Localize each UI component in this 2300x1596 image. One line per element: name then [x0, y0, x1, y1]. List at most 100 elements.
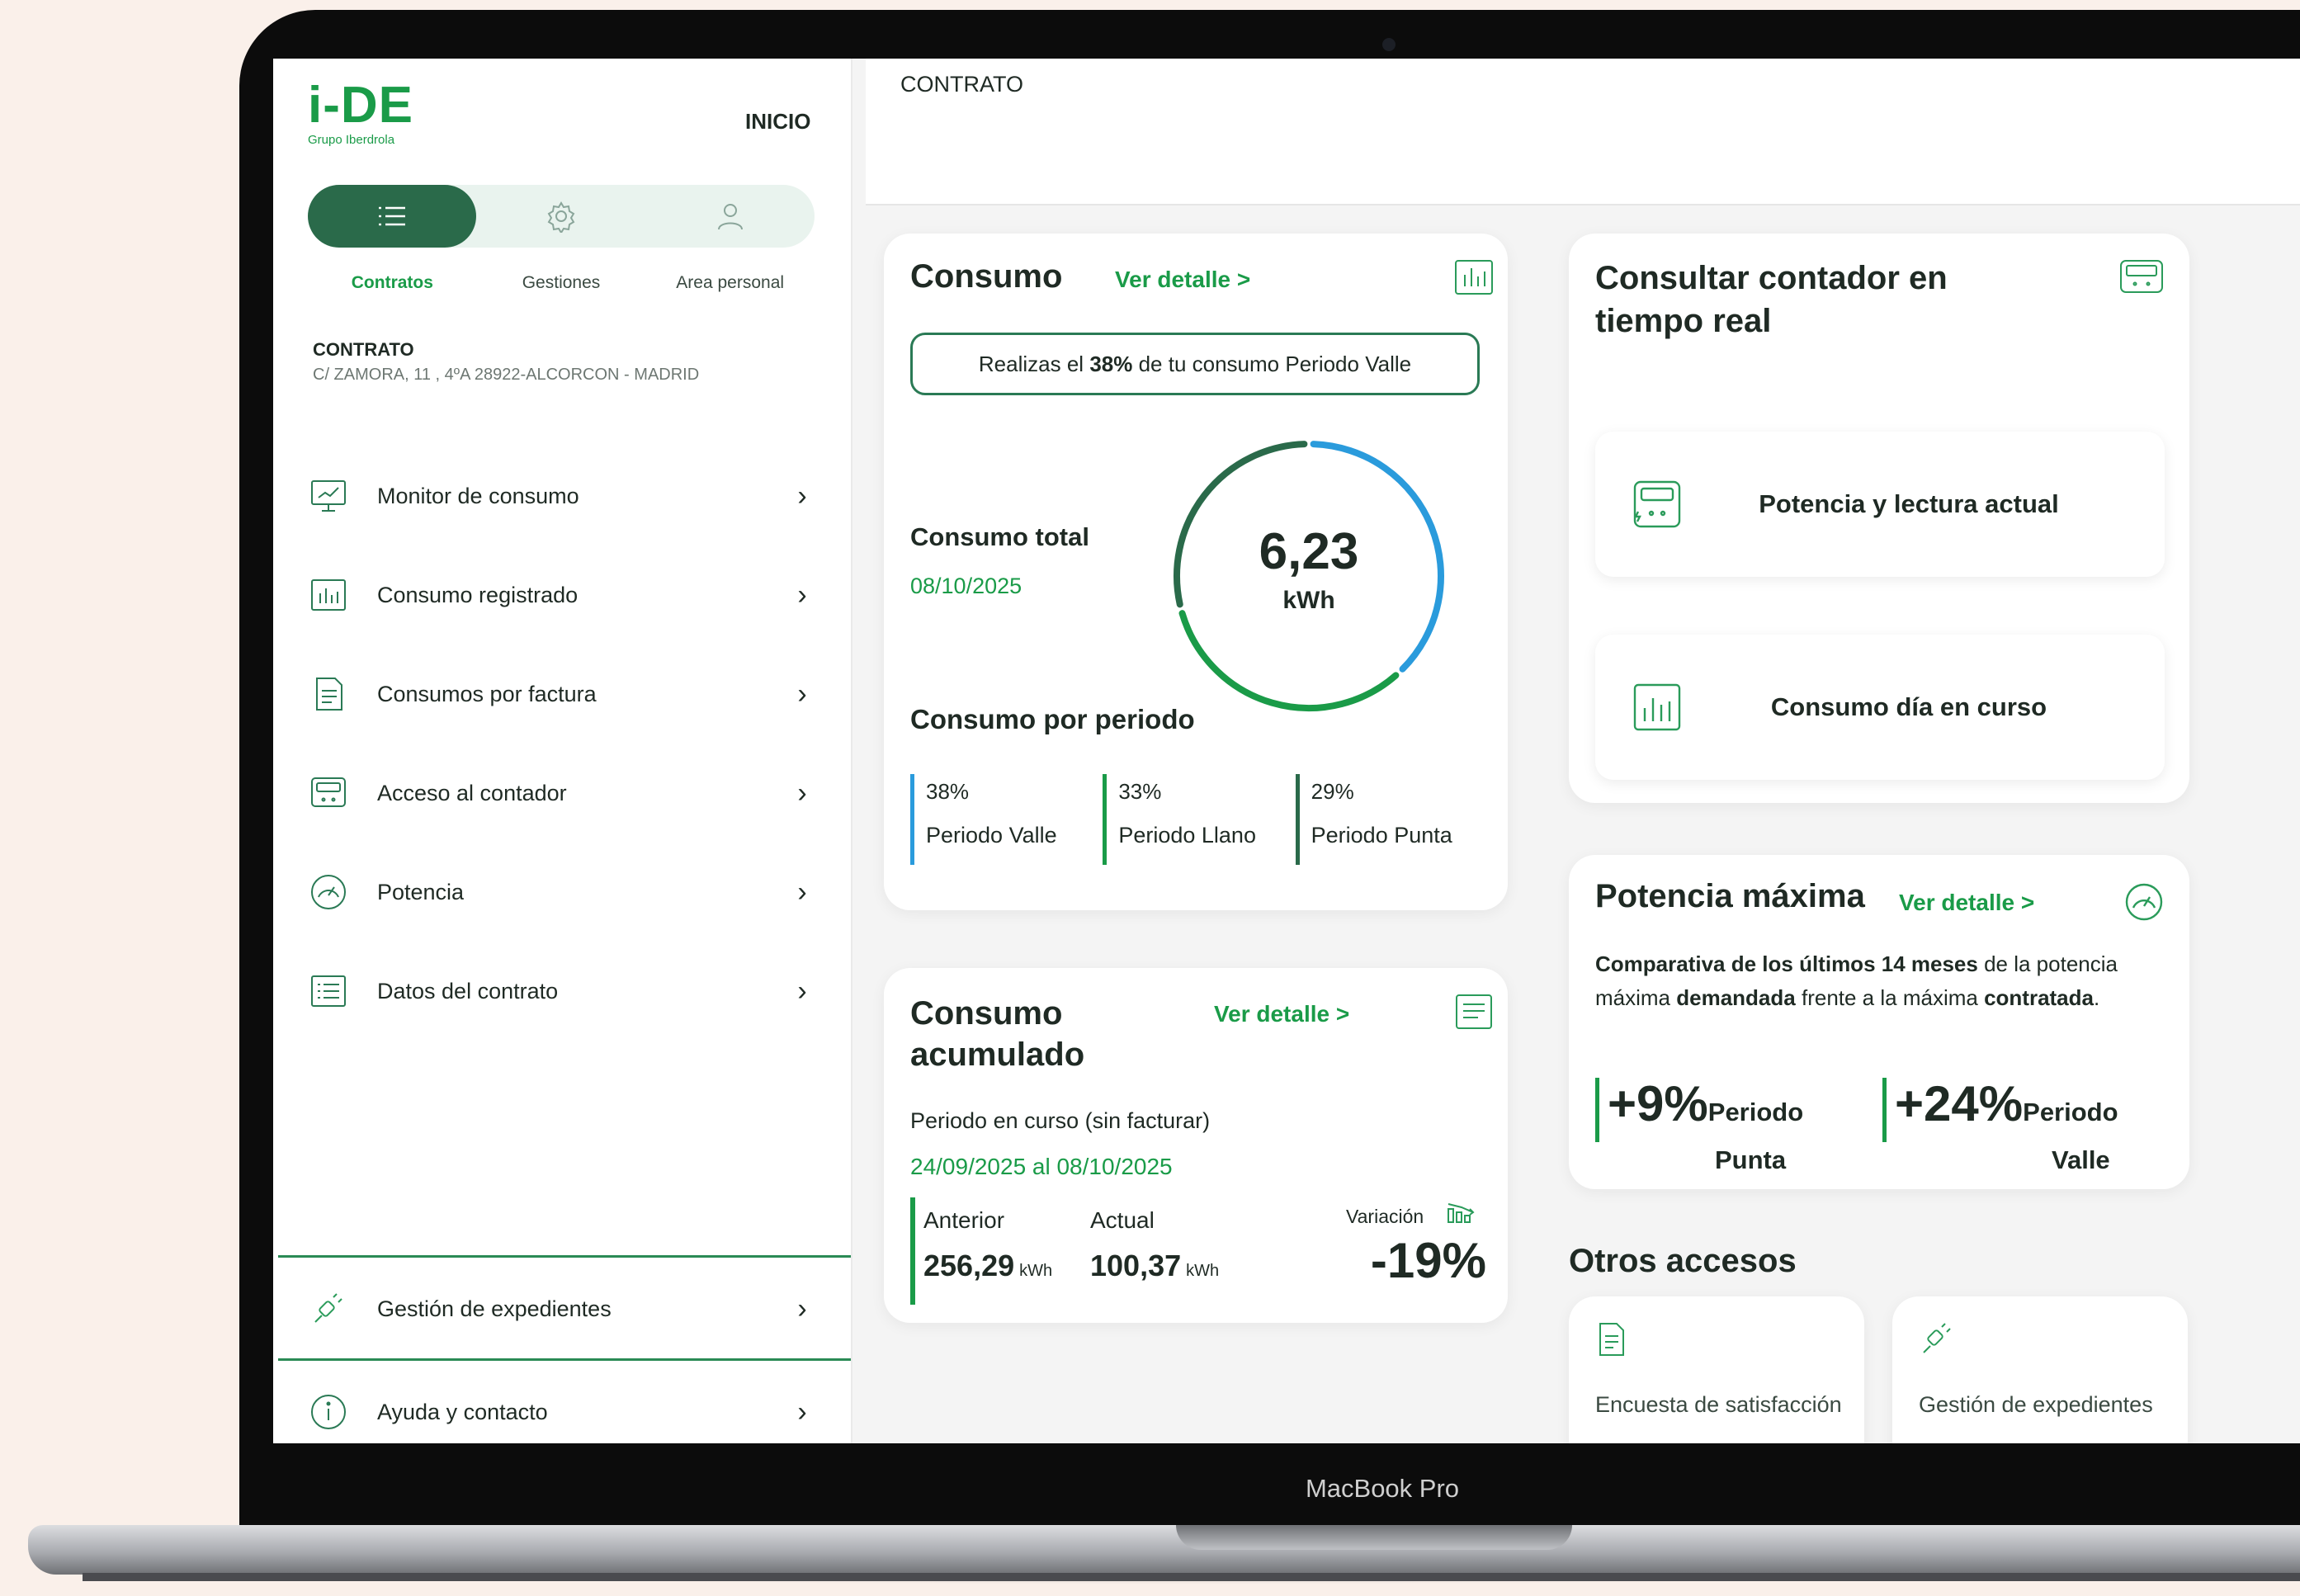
sidebar-item-monitor[interactable]: Monitor de consumo › [308, 446, 815, 545]
breadcrumb: CONTRATO [900, 72, 1024, 97]
logo-subtitle: Grupo Iberdrola [308, 133, 395, 147]
anterior-value: 256,29 kWh [923, 1249, 1052, 1283]
gauge-icon [308, 871, 349, 913]
period-breakdown: 38% Periodo Valle 33% Periodo Llano 29% … [910, 774, 1488, 865]
top-header: CONTRATO [866, 59, 2300, 205]
encuesta-satisfaccion-card[interactable]: Encuesta de satisfacción [1569, 1296, 1864, 1443]
logo[interactable]: i-DE Grupo Iberdrola [308, 77, 432, 148]
chevron-right-icon: › [797, 1395, 807, 1428]
sidebar-item-label: Datos del contrato [377, 978, 559, 1003]
chevron-right-icon: › [797, 876, 807, 908]
app-screen: i-DE Grupo Iberdrola INICIO Contratos Ge… [273, 59, 2300, 1443]
period-llano: 33% Periodo Llano [1103, 774, 1295, 865]
sidebar: i-DE Grupo Iberdrola INICIO Contratos Ge… [273, 59, 851, 1443]
chevron-right-icon: › [797, 1292, 807, 1324]
otros-item-label: Encuesta de satisfacción [1595, 1392, 1842, 1417]
inicio-link[interactable]: INICIO [745, 109, 810, 135]
consumo-dia-en-curso-button[interactable]: Consumo día en curso [1595, 635, 2165, 780]
info-icon [308, 1391, 349, 1433]
desc-bold: Comparativa de los últimos 14 meses [1595, 951, 1978, 976]
sidebar-item-datos-contrato[interactable]: Datos del contrato › [308, 942, 815, 1041]
sidebar-item-consumos-factura[interactable]: Consumos por factura › [308, 645, 815, 744]
acumulado-dates: 24/09/2025 al 08/10/2025 [910, 1154, 1173, 1179]
tab-area-personal[interactable] [646, 185, 815, 248]
period-punta: 29% Periodo Punta [1295, 774, 1488, 865]
laptop-base [28, 1525, 2300, 1575]
realtime-title: Consultar contador en tiempo real [1595, 260, 1948, 339]
logo-text: i-DE [308, 77, 413, 134]
bar-chart-icon [308, 574, 349, 616]
acumulado-ver-detalle-link[interactable]: Ver detalle > [1214, 1001, 1349, 1027]
potencia-ver-detalle-link[interactable]: Ver detalle > [1899, 890, 2034, 916]
donut-segment-1 [1178, 610, 1400, 711]
meter-icon[interactable] [2118, 258, 2165, 296]
potencia-maxima-card: Potencia máxima Ver detalle > Comparativ… [1569, 855, 2189, 1189]
acumulado-periodo: Periodo en curso (sin facturar) [910, 1108, 1211, 1133]
sidebar-item-label: Potencia [377, 879, 465, 904]
sidebar-item-label: Ayuda y contacto [377, 1399, 548, 1424]
otros-item-label: Gestión de expedientes [1919, 1392, 2153, 1417]
potencia-stat-punta: +9%Periodo Punta [1595, 1076, 1804, 1174]
sidebar-item-label: Monitor de consumo [377, 483, 579, 508]
consumo-periodo-title: Consumo por periodo [910, 704, 1195, 734]
sidebar-item-gestion-expedientes[interactable]: Gestión de expedientes › [308, 1259, 815, 1358]
stat-label-2: Punta [1715, 1145, 1787, 1174]
consumo-total-value: 6,23 [1259, 523, 1359, 580]
period-pct: 29% [1311, 779, 1354, 804]
sidebar-item-consumo-registrado[interactable]: Consumo registrado › [308, 545, 815, 645]
stat-label: Periodo [1707, 1098, 1804, 1126]
acumulado-accent-bar [910, 1197, 915, 1305]
tab-contratos[interactable] [308, 185, 476, 248]
actual-number: 100,37 [1090, 1249, 1182, 1282]
invoice-icon[interactable] [1453, 993, 1495, 1034]
sidebar-item-potencia[interactable]: Potencia › [308, 843, 815, 942]
desc-text: . [2093, 985, 2100, 1010]
sidebar-item-label: Consumo registrado [377, 582, 579, 607]
pill-text-pre: Realizas el [978, 351, 1090, 376]
realtime-item-label: Consumo día en curso [1770, 692, 2047, 721]
potencia-title: Potencia máxima [1595, 878, 1865, 914]
period-pct: 38% [926, 779, 970, 804]
gear-icon [547, 201, 575, 233]
gauge-icon[interactable] [2123, 881, 2165, 923]
unit: kWh [1186, 1262, 1220, 1280]
sidebar-item-label: Consumos por factura [377, 681, 597, 706]
contract-address: C/ ZAMORA, 11 , 4ºA 28922-ALCORCON - MAD… [313, 366, 700, 384]
sidebar-item-acceso-contador[interactable]: Acceso al contador › [308, 744, 815, 843]
potencia-lectura-actual-button[interactable]: Potencia y lectura actual [1595, 432, 2165, 577]
unit: kWh [1019, 1262, 1053, 1280]
laptop-base-edge [83, 1573, 2300, 1581]
sidebar-menu: Monitor de consumo › Consumo registrado … [308, 446, 815, 1041]
tab-label-gestiones[interactable]: Gestiones [477, 273, 646, 293]
potencia-stat-valle: +24%Periodo Valle [1882, 1078, 2118, 1174]
pill-pct: 38% [1089, 351, 1133, 376]
tab-label-contratos[interactable]: Contratos [308, 273, 477, 293]
period-name: Periodo Llano [1118, 823, 1256, 848]
tab-gestiones[interactable] [477, 185, 645, 248]
bar-chart-icon[interactable] [1453, 258, 1495, 300]
chevron-right-icon: › [797, 975, 807, 1007]
tab-label-area-personal[interactable]: Area personal [645, 273, 815, 293]
period-pct: 33% [1118, 779, 1162, 804]
otros-accesos-title: Otros accesos [1569, 1243, 1797, 1279]
survey-icon [1595, 1321, 1628, 1358]
sidebar-item-ayuda-contacto[interactable]: Ayuda y contacto › [308, 1362, 815, 1443]
tab-labels: Contratos Gestiones Area personal [308, 273, 815, 293]
divider [278, 1255, 851, 1258]
gestion-expedientes-card[interactable]: Gestión de expedientes [1892, 1296, 2188, 1443]
trend-down-icon [1445, 1201, 1478, 1225]
invoice-icon [308, 673, 349, 715]
desc-text: frente a la máxima [1795, 985, 1985, 1010]
meter-icon [1628, 475, 1686, 533]
pill-text-post: de tu consumo Periodo Valle [1132, 351, 1412, 376]
acumulado-title: Consumo acumulado [910, 995, 1085, 1073]
anterior-label: Anterior [923, 1207, 1005, 1233]
sidebar-bottom-gestion: Gestión de expedientes › [308, 1259, 815, 1358]
meter-icon [308, 772, 349, 814]
stat-value: +9% [1608, 1076, 1708, 1131]
consumo-ver-detalle-link[interactable]: Ver detalle > [1115, 267, 1250, 293]
divider [278, 1358, 851, 1361]
user-icon [718, 204, 743, 230]
period-name: Periodo Valle [926, 823, 1057, 848]
consumo-total-date: 08/10/2025 [910, 574, 1022, 598]
